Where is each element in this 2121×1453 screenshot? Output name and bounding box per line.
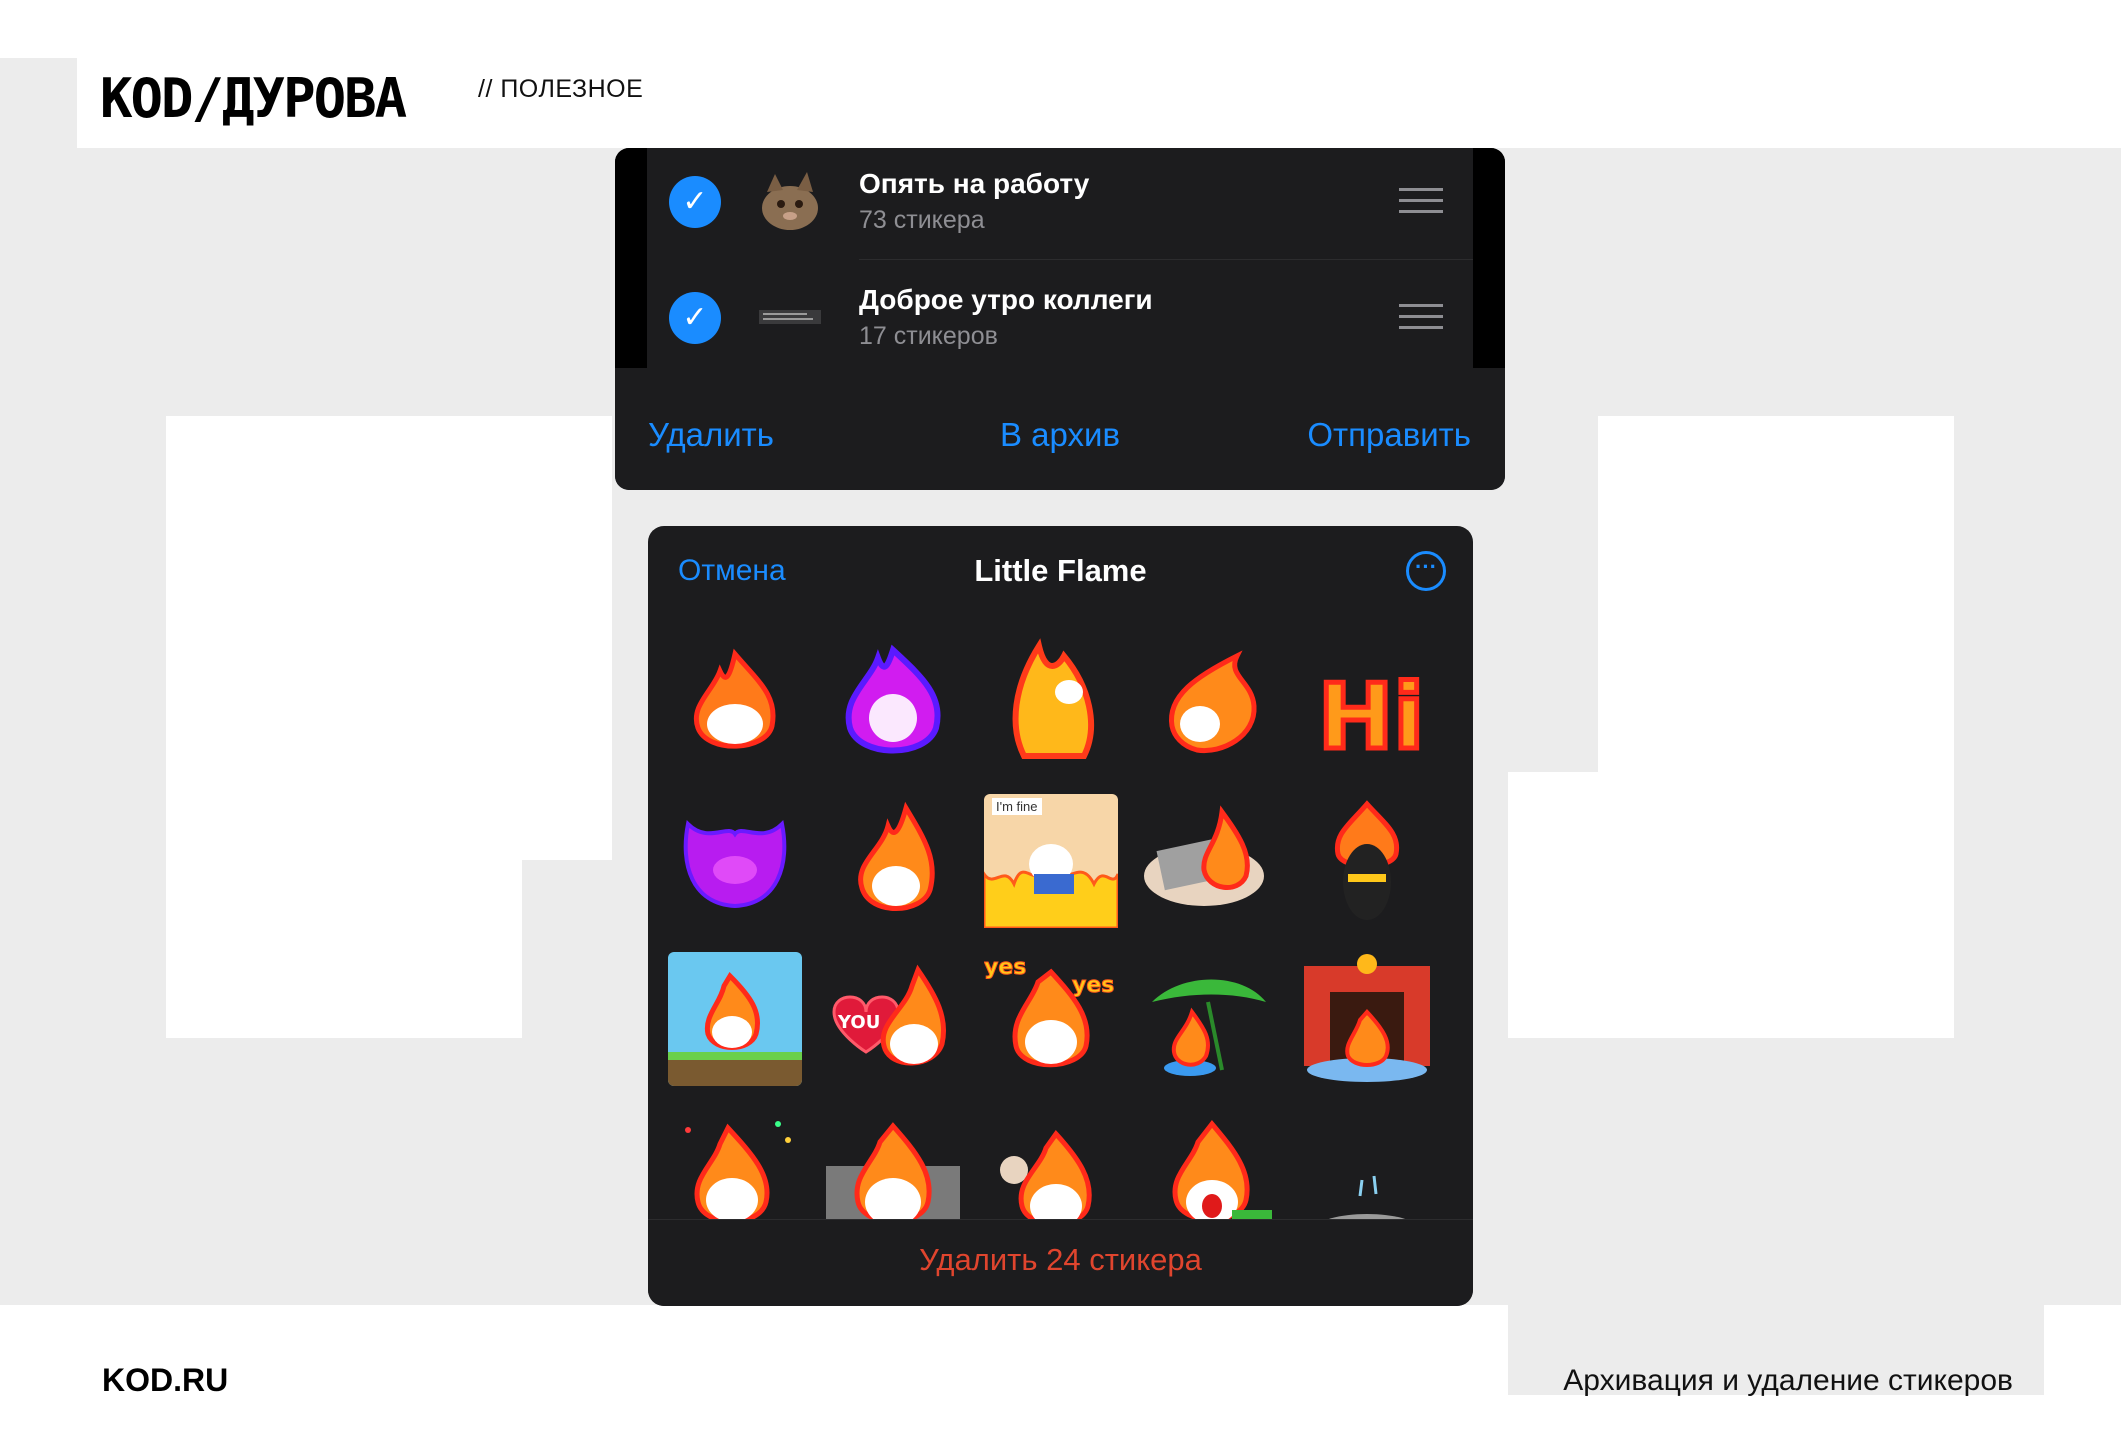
sticker[interactable] [668, 794, 802, 928]
sticker-yes-text: yes [984, 955, 1026, 980]
text-thumbnail-icon [759, 310, 821, 324]
send-button[interactable]: Отправить [1307, 416, 1471, 454]
sticker[interactable] [1142, 952, 1276, 1086]
sticker[interactable] [668, 952, 802, 1086]
sticker[interactable] [668, 636, 802, 770]
reorder-handle-icon[interactable] [1399, 304, 1443, 337]
edit-toolbar: Удалить В архив Отправить [615, 368, 1505, 490]
brand-logo: KOD/ДУРОВА [100, 67, 407, 130]
sticker[interactable]: I'm fine [984, 794, 1118, 928]
sticker[interactable] [1142, 636, 1276, 770]
sticker-pack-sheet: Отмена Little Flame ··· Hi I'm fine YOU … [648, 526, 1473, 1306]
sticker-set-title: Доброе утро коллеги [859, 284, 1153, 315]
sticker[interactable] [1300, 794, 1434, 928]
sticker-set-count: 17 стикеров [859, 322, 998, 350]
sticker-set-count: 73 стикера [859, 206, 985, 234]
sticker-set-title: Опять на работу [859, 168, 1090, 199]
sticker-set-row[interactable]: ✓ Доброе утро коллеги 17 стикеров [647, 260, 1473, 372]
sticker[interactable]: YOU [826, 952, 960, 1086]
site-name: KOD.RU [102, 1362, 229, 1398]
sticker-set-list: ✓ Опять на работу 73 стикера ✓ Доброе ут… [647, 148, 1473, 368]
sticker[interactable] [1142, 794, 1276, 928]
cat-thumbnail-icon [762, 172, 818, 230]
reorder-handle-icon[interactable] [1399, 188, 1443, 221]
sticker[interactable]: Hi [1300, 636, 1434, 771]
sticker[interactable] [826, 636, 960, 770]
checkmark-icon[interactable]: ✓ [669, 176, 721, 228]
sticker-yes-text: yes [1072, 973, 1114, 998]
sheet-footer: Удалить 24 стикера [648, 1219, 1473, 1306]
sticker-list-panel: ✓ Опять на работу 73 стикера ✓ Доброе ут… [615, 148, 1505, 490]
checkmark-icon[interactable]: ✓ [669, 292, 721, 344]
slide-caption: Архивация и удаление стикеров [1563, 1364, 2013, 1397]
sticker[interactable]: yes yes [984, 952, 1118, 1086]
sticker[interactable] [826, 794, 960, 928]
sticker-set-row[interactable]: ✓ Опять на работу 73 стикера [647, 148, 1473, 260]
sticker[interactable] [984, 636, 1118, 770]
sticker[interactable] [1300, 952, 1434, 1086]
sticker-pack-title: Little Flame [974, 553, 1147, 588]
section-label: // ПОЛЕЗНОЕ [478, 75, 644, 103]
sticker-hi-text: Hi [1318, 665, 1424, 770]
sticker-you-text: YOU [837, 1012, 880, 1033]
delete-stickers-button[interactable]: Удалить 24 стикера [648, 1242, 1473, 1278]
ellipsis-circle-icon[interactable]: ··· [1406, 551, 1446, 591]
